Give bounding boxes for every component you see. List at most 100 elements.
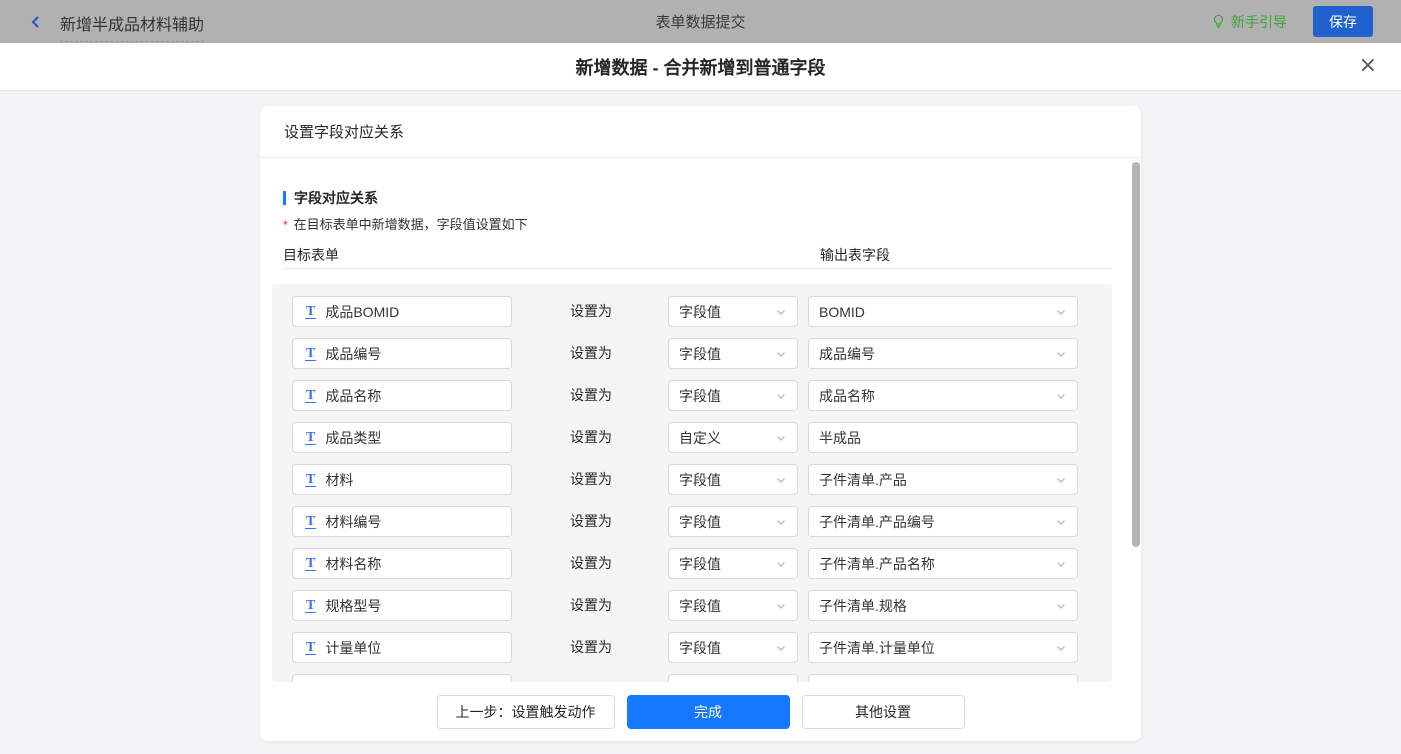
modal-header: 新增数据 - 合并新增到普通字段 × [0, 43, 1401, 91]
text-field-icon: T [305, 555, 317, 571]
chevron-down-icon [777, 645, 785, 651]
set-as-label: 设置为 [570, 387, 612, 403]
other-settings-button[interactable]: 其他设置 [801, 694, 965, 729]
section-header: 字段对应关系 [283, 188, 378, 208]
text-field-icon: T [305, 387, 317, 403]
mapping-row: T 计量单位 设置为 字段值 子件清单.计量单位 [272, 632, 1112, 674]
target-field-input[interactable]: T 材料编号 [292, 506, 512, 537]
set-as-label: 设置为 [570, 345, 612, 361]
output-field-label: 成品编号 [819, 345, 875, 362]
mapping-scroll-area[interactable]: T 成品BOMID 设置为 字段值 BOMID T 成品编号 设置为 字段值 成… [272, 284, 1112, 682]
output-field-select[interactable]: 子件清单.产品编号 [808, 506, 1078, 537]
mapping-row: T 材料名称 设置为 字段值 子件清单.产品名称 [272, 548, 1112, 590]
value-mode-select[interactable]: 字段值 [668, 590, 798, 621]
chevron-down-icon [1057, 603, 1065, 609]
chevron-down-icon [1057, 393, 1065, 399]
output-field-select[interactable]: 成品名称 [808, 380, 1078, 411]
column-headers: 目标表单 输出表字段 [283, 245, 1112, 265]
save-button[interactable]: 保存 [1313, 6, 1373, 37]
field-mapping-card: 设置字段对应关系 字段对应关系 * 在目标表单中新增数据，字段值设置如下 目标表单… [260, 106, 1141, 741]
text-field-icon: T [305, 639, 317, 655]
guide-label: 新手引导 [1231, 13, 1287, 30]
previous-step-button[interactable]: 上一步：设置触发动作 [436, 694, 615, 729]
text-field-icon: T [305, 513, 317, 529]
mapping-row: T 成品BOMID 设置为 字段值 BOMID [272, 296, 1112, 338]
output-field-label: BOMID [819, 303, 865, 320]
target-field-input[interactable]: T 成品BOMID [292, 296, 512, 327]
target-field-input[interactable]: T 成品名称 [292, 380, 512, 411]
target-field-label: 材料 [325, 471, 354, 488]
header-divider [283, 268, 1112, 269]
chevron-down-icon [777, 519, 785, 525]
value-mode-select[interactable]: 字段值 [668, 632, 798, 663]
text-field-icon: T [305, 345, 317, 361]
mapping-row: T 成品编号 设置为 字段值 成品编号 [272, 338, 1112, 380]
target-field-label: 规格型号 [325, 597, 382, 614]
output-field-label: 子件清单.产品编号 [819, 513, 935, 530]
target-field-input[interactable]: T 材料名称 [292, 548, 512, 579]
chevron-down-icon [1057, 561, 1065, 567]
section-title: 字段对应关系 [294, 190, 378, 206]
chevron-down-icon [777, 477, 785, 483]
value-mode-select[interactable]: 字段值 [668, 464, 798, 495]
output-field-label: 子件清单.产品 [819, 471, 907, 488]
target-field-input[interactable]: T 成品类型 [292, 422, 512, 453]
value-mode-select[interactable]: 自定义 [668, 422, 798, 453]
output-field-select[interactable]: 子件清单.规格 [808, 590, 1078, 621]
mapping-row: T 材料 设置为 字段值 子件清单.产品 [272, 464, 1112, 506]
mapping-row: T 材料编号 设置为 字段值 子件清单.产品编号 [272, 506, 1112, 548]
target-field-input[interactable]: T 材料 [292, 464, 512, 495]
value-mode-label: 字段值 [679, 513, 721, 530]
text-field-icon: T [305, 597, 317, 613]
output-field-select[interactable]: 成品编号 [808, 338, 1078, 369]
output-field-label: 成品名称 [819, 387, 875, 404]
mapping-note: * 在目标表单中新增数据，字段值设置如下 [283, 214, 528, 233]
value-mode-select[interactable]: 字段值 [668, 548, 798, 579]
screen: 新增半成品材料辅助 表单数据提交 新手引导 保存 新增数据 - 合并新增到普通字… [0, 0, 1401, 754]
custom-value-input[interactable]: 半成品 [808, 422, 1078, 453]
column-header-target-form: 目标表单 [283, 247, 339, 263]
chevron-down-icon [777, 561, 785, 567]
set-as-label: 设置为 [570, 513, 612, 529]
chevron-down-icon [1057, 351, 1065, 357]
modal-title: 新增数据 - 合并新增到普通字段 [575, 57, 826, 78]
output-field-select[interactable]: 子件清单.产品名称 [808, 548, 1078, 579]
beginner-guide-link[interactable]: 新手引导 [1211, 12, 1287, 32]
target-field-label: 成品编号 [325, 345, 382, 362]
value-mode-select[interactable]: 字段值 [668, 338, 798, 369]
target-field-input[interactable]: T 成品编号 [292, 338, 512, 369]
custom-value-input[interactable] [808, 674, 1078, 682]
text-field-icon: T [305, 471, 317, 487]
column-header-output-fields: 输出表字段 [820, 247, 890, 263]
output-field-select[interactable]: 子件清单.计量单位 [808, 632, 1078, 663]
output-field-select[interactable]: BOMID [808, 296, 1078, 327]
text-field-icon: T [305, 303, 317, 319]
chevron-down-icon [777, 309, 785, 315]
target-field-input[interactable]: T 计量单位 [292, 632, 512, 663]
vertical-scrollbar[interactable] [1132, 162, 1140, 547]
mapping-row: T [272, 674, 1112, 682]
output-field-select[interactable]: 子件清单.产品 [808, 464, 1078, 495]
set-as-label: 设置为 [570, 429, 612, 445]
text-field-icon: T [305, 429, 317, 445]
chevron-down-icon [777, 393, 785, 399]
close-icon[interactable]: × [1359, 53, 1377, 79]
set-as-label: 设置为 [570, 471, 612, 487]
note-text: 在目标表单中新增数据，字段值设置如下 [293, 217, 528, 232]
value-mode-select[interactable]: 字段值 [668, 506, 798, 537]
value-mode-label: 字段值 [679, 471, 721, 488]
value-mode-label: 字段值 [679, 639, 721, 656]
value-mode-label: 字段值 [679, 597, 721, 614]
value-mode-select[interactable] [668, 674, 798, 682]
value-mode-label: 字段值 [679, 555, 721, 572]
value-mode-select[interactable]: 字段值 [668, 380, 798, 411]
section-accent-bar [283, 191, 286, 205]
card-header: 设置字段对应关系 [260, 106, 1141, 158]
target-field-input[interactable]: T [292, 674, 512, 682]
value-mode-select[interactable]: 字段值 [668, 296, 798, 327]
value-mode-label: 字段值 [679, 387, 721, 404]
target-field-label: 材料名称 [325, 555, 382, 572]
chevron-down-icon [1057, 519, 1065, 525]
finish-button[interactable]: 完成 [626, 694, 790, 729]
target-field-input[interactable]: T 规格型号 [292, 590, 512, 621]
